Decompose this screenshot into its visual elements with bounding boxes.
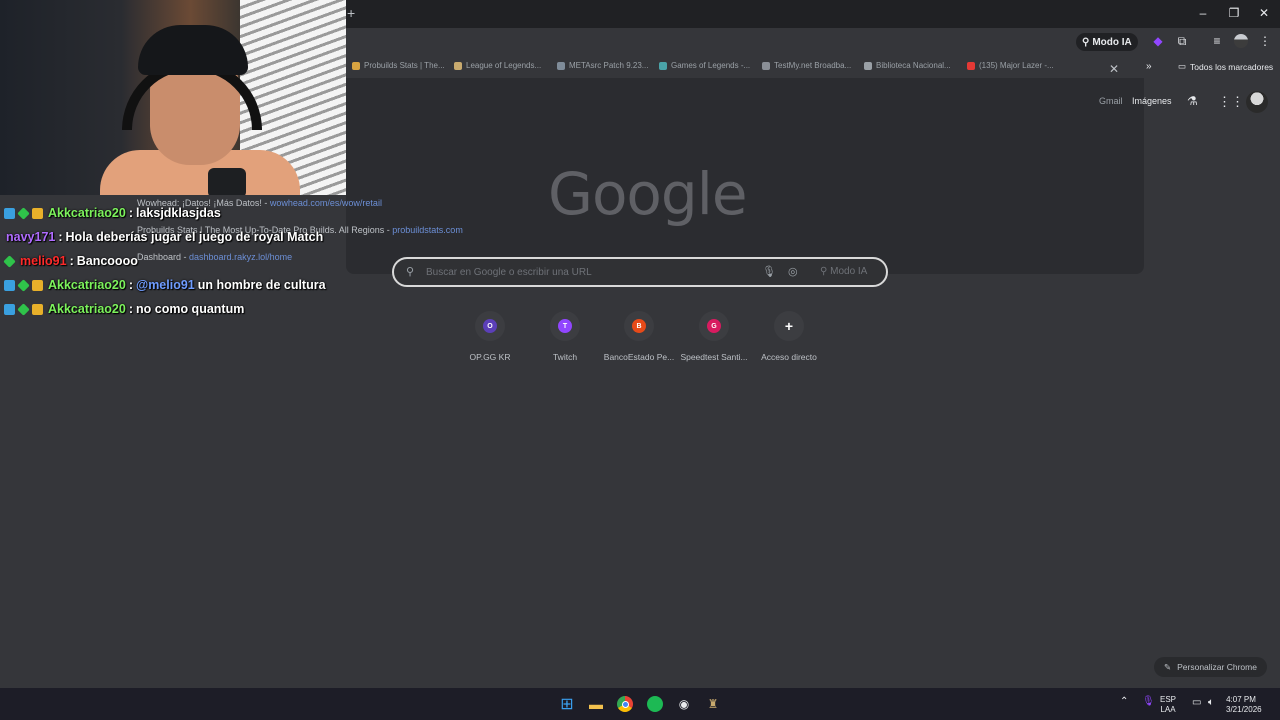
ai-search-icon: ⚲: [1082, 36, 1090, 48]
shortcut-favicon-icon: B: [624, 311, 654, 341]
lens-camera-icon[interactable]: ◎: [788, 265, 798, 278]
badge-icon: [17, 302, 30, 316]
google-logo: Google: [548, 160, 748, 228]
bookmark-favicon-icon: [659, 61, 667, 70]
tray-overflow-icon[interactable]: ⌃: [1120, 697, 1128, 707]
close-dropdown-icon[interactable]: ✕: [1106, 62, 1122, 76]
chat-message: Akkcatriao20: laksjdklasjdas: [4, 206, 221, 220]
microphone-arm-icon: [208, 168, 246, 195]
volume-icon[interactable]: 🔈︎: [1208, 698, 1214, 708]
pencil-icon: ✎: [1164, 661, 1172, 672]
chat-message: Akkcatriao20: @melio91 un hombre de cult…: [4, 278, 326, 292]
chat-message: navy171: Hola deberías jugar el juego de…: [6, 230, 324, 244]
shortcut-favicon-icon: O: [475, 311, 505, 341]
labs-flask-icon[interactable]: ⚗: [1187, 94, 1198, 108]
clock[interactable]: 4:07 PM 3/21/2026: [1226, 695, 1262, 715]
shortcut-tile[interactable]: O OP.GG KR: [450, 311, 530, 362]
bookmark-item[interactable]: Games of Legends -...: [659, 61, 750, 70]
shortcut-tile[interactable]: T Twitch: [525, 311, 605, 362]
badge-icon: [32, 207, 43, 219]
shortcut-favicon-icon: G: [699, 311, 729, 341]
badge-icon: [32, 279, 43, 291]
badge-icon: [17, 278, 30, 292]
shortcut-tile[interactable]: B BancoEstado Pe...: [599, 311, 679, 362]
chat-message: Akkcatriao20: no como quantum: [4, 302, 244, 316]
shortcut-tile[interactable]: G Speedtest Santi...: [674, 311, 754, 362]
bookmark-favicon-icon: [864, 61, 872, 70]
add-shortcut-tile[interactable]: + Acceso directo: [749, 311, 829, 362]
windows-taskbar: [0, 688, 1280, 720]
microphone-icon[interactable]: 🎙︎: [762, 265, 776, 278]
badge-icon: [4, 207, 15, 219]
chrome-taskbar-icon[interactable]: [616, 695, 634, 713]
restore-icon[interactable]: ❐: [1225, 6, 1243, 20]
search-box[interactable]: ⚲ Buscar en Google o escribir una URL 🎙︎…: [392, 257, 888, 287]
search-icon: ⚲: [406, 266, 415, 278]
bookmark-favicon-icon: [454, 61, 462, 70]
bookmark-item[interactable]: Biblioteca Nacional...: [864, 61, 951, 70]
webcam-overlay: [0, 0, 346, 195]
obs-icon[interactable]: ◉: [675, 695, 693, 713]
extensions-puzzle-icon[interactable]: ⧉: [1174, 34, 1190, 49]
spotify-icon[interactable]: [646, 695, 664, 713]
images-link[interactable]: Imágenes: [1132, 96, 1172, 106]
omnibox-suggestion[interactable]: Dashboard - dashboard.rakyz.lol/home: [137, 252, 292, 262]
tray-mic-icon[interactable]: 🎙︎: [1142, 697, 1155, 707]
search-modo-ia-button[interactable]: ⚲ Modo IA: [820, 266, 867, 277]
bookmark-item[interactable]: League of Legends...: [454, 61, 541, 70]
close-icon[interactable]: ✕: [1255, 6, 1273, 20]
customize-chrome-button[interactable]: ✎ Personalizar Chrome: [1154, 657, 1267, 677]
extension-twitch-icon[interactable]: ◆: [1150, 34, 1166, 48]
windows-start-icon[interactable]: ⊞: [558, 695, 576, 713]
badge-icon: [17, 206, 30, 220]
bookmark-item[interactable]: TestMy.net Broadba...: [762, 61, 851, 70]
shortcut-favicon-icon: T: [550, 311, 580, 341]
bookmark-item[interactable]: METAsrc Patch 9.23...: [557, 61, 648, 70]
modo-ia-label: Modo IA: [1092, 36, 1132, 48]
bookmark-favicon-icon: [557, 61, 565, 70]
modo-ia-button[interactable]: ⚲ Modo IA: [1076, 33, 1138, 51]
league-client-icon[interactable]: ♜: [704, 695, 722, 713]
bookmarks-overflow-icon[interactable]: »: [1146, 61, 1152, 72]
bookmark-item[interactable]: Probuilds Stats | The...: [352, 61, 445, 70]
network-icon[interactable]: ▭: [1192, 698, 1201, 708]
chat-message: melio91: Bancoooo: [3, 254, 138, 268]
bookmark-favicon-icon: [762, 61, 770, 70]
badge-icon: [3, 254, 16, 268]
search-placeholder: Buscar en Google o escribir una URL: [426, 267, 592, 278]
bookmark-favicon-icon: [967, 61, 975, 70]
account-avatar[interactable]: [1246, 91, 1268, 113]
file-explorer-icon[interactable]: ▬: [587, 695, 605, 713]
profile-avatar[interactable]: [1234, 34, 1248, 48]
reading-list-icon[interactable]: ≡: [1209, 34, 1225, 48]
all-bookmarks-button[interactable]: ▭ Todos los marcadores: [1178, 61, 1273, 72]
new-tab-button[interactable]: +: [347, 5, 355, 21]
add-icon: +: [774, 311, 804, 341]
badge-icon: [4, 303, 15, 315]
badge-icon: [4, 279, 15, 291]
language-indicator[interactable]: ESP LAA: [1160, 695, 1176, 715]
folder-icon: ▭: [1178, 61, 1187, 71]
bookmark-favicon-icon: [352, 61, 360, 70]
badge-icon: [32, 303, 43, 315]
minimize-icon[interactable]: –: [1194, 6, 1212, 20]
bookmark-item[interactable]: (135) Major Lazer -...: [967, 61, 1054, 70]
gmail-link[interactable]: Gmail: [1099, 96, 1123, 106]
menu-kebab-icon[interactable]: ⋮: [1257, 34, 1273, 48]
